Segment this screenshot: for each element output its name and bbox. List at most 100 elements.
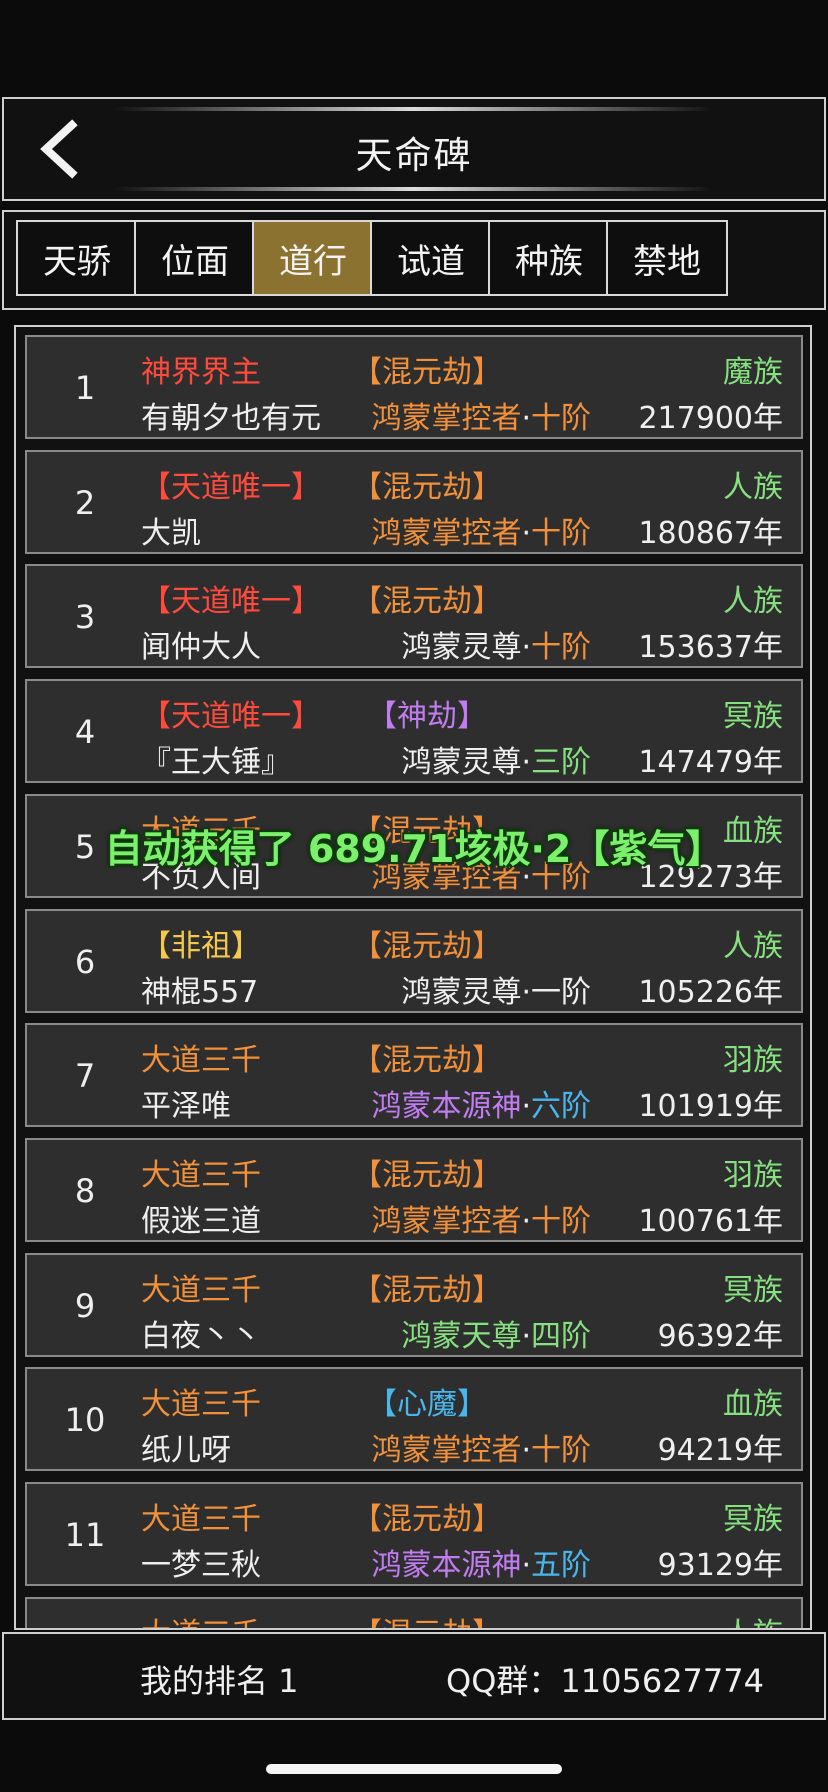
table-row[interactable]: 6 【非祖】 【混元劫】 人族 神棍557 鸿蒙灵尊·一阶 105226年 <box>25 908 803 1013</box>
tab-daoxing[interactable]: 道行 <box>252 220 374 296</box>
tribulation-label: 【混元劫】 <box>352 469 502 505</box>
table-row[interactable]: 3 【天道唯一】 【混元劫】 人族 闻仲大人 鸿蒙灵尊·十阶 153637年 <box>25 564 803 669</box>
table-row[interactable]: 10 大道三千 【心魔】 血族纸儿呀 鸿蒙掌控者·十阶 94219年 <box>25 1367 803 1472</box>
realm-separator: · <box>521 1548 531 1583</box>
table-row[interactable]: 4 【天道唯一】 【神劫】 冥族 『王大锤』 鸿蒙灵尊·三阶 147479年 <box>25 679 803 784</box>
player-name: 闻仲大人 <box>141 630 261 666</box>
tribulation-label: 【混元劫】 <box>327 1609 527 1628</box>
cultivation-years: 147479年 <box>638 745 783 781</box>
table-row[interactable]: 7 大道三千 【混元劫】 羽族 平泽唯 鸿蒙本源神·六阶 101919年 <box>25 1023 803 1128</box>
cultivation-years: 101919年 <box>638 1089 783 1125</box>
tab-weimian[interactable]: 位面 <box>134 220 256 296</box>
race-label: 冥族 <box>723 699 783 735</box>
realm-stage: 十阶 <box>531 515 591 551</box>
realm-name: 鸿蒙掌控者 <box>371 1433 522 1469</box>
realm-label: 鸿蒙掌控者·十阶 <box>371 508 591 552</box>
table-row[interactable]: 2 【天道唯一】 【混元劫】 人族 大凯 鸿蒙掌控者·十阶 180867年 <box>25 449 803 554</box>
table-row[interactable]: 11 大道三千 【混元劫】 冥族 一梦三秋 鸿蒙本源神·五阶 93129年 <box>25 1482 803 1586</box>
header-bar: 天命碑 <box>2 97 826 201</box>
rank-number: 8 <box>74 1171 96 1210</box>
realm-label: 鸿蒙本源神·六阶 <box>371 1081 591 1125</box>
race-label: 羽族 <box>723 1157 783 1193</box>
tribulation-label: 【混元劫】 <box>352 1272 502 1308</box>
rank-number: 3 <box>74 598 96 637</box>
realm-label: 鸿蒙掌控者·十阶 <box>371 1425 591 1469</box>
player-title: 【天道唯一】 <box>141 699 321 735</box>
realm-name: 鸿蒙掌控者 <box>371 1203 522 1239</box>
player-title: 大道三千 <box>141 1272 261 1308</box>
tribulation-label: 【神劫】 <box>367 699 487 735</box>
realm-separator: · <box>521 1318 531 1354</box>
rank-number: 10 <box>64 1401 106 1440</box>
footer-bar: 我的排名 1 QQ群：1105627774 <box>2 1632 826 1720</box>
tribulation-label: 【混元劫】 <box>352 584 502 620</box>
cultivation-years: 96392年 <box>657 1318 783 1354</box>
player-title: 【天道唯一】 <box>141 469 321 505</box>
player-name: 假迷三道 <box>141 1203 261 1239</box>
my-rank-text: 我的排名 1 <box>140 1662 299 1700</box>
realm-label: 鸿蒙掌控者·十阶 <box>371 393 591 437</box>
realm-stage: 五阶 <box>531 1548 591 1583</box>
player-name: 大凯 <box>141 515 201 551</box>
player-title: 【天道唯一】 <box>141 584 321 620</box>
race-label: 人族 <box>723 928 783 964</box>
tribulation-label: 【混元劫】 <box>352 928 502 964</box>
realm-stage: 三阶 <box>531 745 591 781</box>
tab-jindi[interactable]: 禁地 <box>606 220 728 296</box>
realm-name: 鸿蒙掌控者 <box>371 401 522 436</box>
table-row[interactable]: 8 大道三千 【混元劫】 羽族 假迷三道 鸿蒙掌控者·十阶 100761年 <box>25 1137 803 1242</box>
cultivation-years: 153637年 <box>638 630 783 666</box>
table-row[interactable]: 大道三千 【混元劫】 人族 <box>25 1596 803 1628</box>
table-row[interactable]: 1 神界界主 【混元劫】 魔族 有朝夕也有元 鸿蒙掌控者·十阶 217900年 <box>25 335 803 439</box>
rank-number: 6 <box>74 942 96 981</box>
realm-stage: 十阶 <box>531 630 591 666</box>
cultivation-years: 100761年 <box>638 1203 783 1239</box>
header-glow-top <box>114 107 714 111</box>
race-label: 魔族 <box>723 355 783 390</box>
player-title: 大道三千 <box>141 1387 261 1423</box>
cultivation-years: 217900年 <box>638 401 783 436</box>
page-title: 天命碑 <box>355 134 473 177</box>
realm-label: 鸿蒙掌控者·十阶 <box>371 1196 591 1240</box>
tribulation-label: 【心魔】 <box>367 1387 487 1423</box>
rank-number: 11 <box>64 1516 106 1554</box>
player-title: 大道三千 <box>141 1502 261 1537</box>
cultivation-years: 94219年 <box>657 1433 783 1469</box>
race-label: 人族 <box>723 584 783 620</box>
realm-separator: · <box>521 974 531 1010</box>
qq-group-text: QQ群：1105627774 <box>446 1662 764 1700</box>
realm-name: 鸿蒙本源神 <box>371 1548 522 1583</box>
realm-stage: 十阶 <box>531 1433 591 1469</box>
table-row[interactable]: 9 大道三千 【混元劫】 冥族 白夜丶丶 鸿蒙天尊·四阶 96392年 <box>25 1252 803 1357</box>
race-label: 羽族 <box>723 1043 783 1079</box>
player-name: 一梦三秋 <box>141 1548 261 1583</box>
ranking-list[interactable]: 1 神界界主 【混元劫】 魔族 有朝夕也有元 鸿蒙掌控者·十阶 217900年 2 【天道唯一】… <box>14 325 812 1630</box>
realm-name: 鸿蒙灵尊 <box>401 630 522 666</box>
realm-name: 鸿蒙灵尊 <box>401 974 522 1010</box>
realm-name: 鸿蒙掌控者 <box>371 515 522 551</box>
rank-number: 2 <box>74 483 96 522</box>
player-title: 神界界主 <box>141 355 261 390</box>
race-label: 人族 <box>723 469 783 505</box>
player-title: 大道三千 <box>141 1043 261 1079</box>
race-label: 冥族 <box>723 1502 783 1537</box>
rank-number: 1 <box>74 369 96 407</box>
race-label: 血族 <box>723 1387 783 1423</box>
player-name: 『王大锤』 <box>141 745 291 781</box>
realm-stage: 十阶 <box>531 401 591 436</box>
realm-name: 鸿蒙灵尊 <box>401 745 522 781</box>
tab-tianjiao[interactable]: 天骄 <box>16 220 138 296</box>
realm-stage: 四阶 <box>531 1318 591 1354</box>
realm-label: 鸿蒙天尊·四阶 <box>401 1311 591 1355</box>
player-title: 【非祖】 <box>141 928 261 964</box>
realm-separator: · <box>521 515 531 551</box>
player-name: 纸儿呀 <box>141 1433 231 1469</box>
tribulation-label: 【混元劫】 <box>352 355 502 390</box>
tab-zhongzu[interactable]: 种族 <box>488 220 610 296</box>
tab-shidao[interactable]: 试道 <box>370 220 492 296</box>
home-indicator[interactable] <box>266 1764 562 1774</box>
rank-number: 4 <box>74 713 96 752</box>
rank-number: 7 <box>74 1057 96 1096</box>
player-title: 大道三千 <box>141 1157 261 1193</box>
realm-separator: · <box>521 401 531 436</box>
